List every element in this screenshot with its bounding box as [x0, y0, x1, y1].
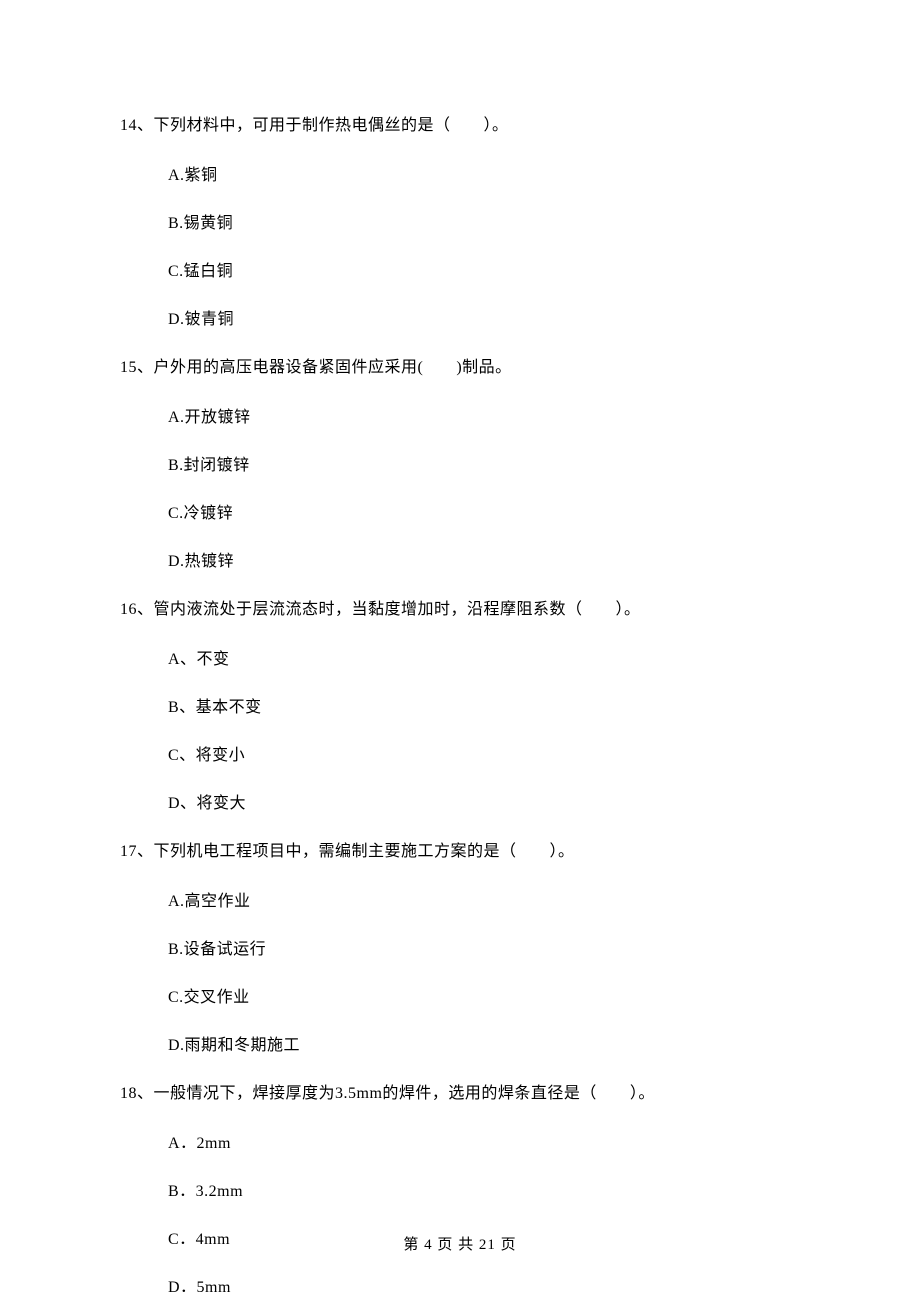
option-b: B.设备试运行	[168, 934, 800, 966]
question-number: 15、	[120, 359, 154, 376]
question-stem: 下列机电工程项目中，需编制主要施工方案的是（ ）。	[154, 843, 575, 860]
option-d: D.热镀锌	[168, 546, 800, 578]
question-options: A.开放镀锌 B.封闭镀锌 C.冷镀锌 D.热镀锌	[120, 402, 800, 578]
page-footer: 第 4 页 共 21 页	[0, 1233, 920, 1254]
question-stem: 管内液流处于层流流态时，当黏度增加时，沿程摩阻系数（ ）。	[154, 601, 641, 618]
question-text: 18、一般情况下，焊接厚度为3.5mm的焊件，选用的焊条直径是（ ）。	[120, 1078, 800, 1110]
option-d: D.雨期和冬期施工	[168, 1030, 800, 1062]
option-c: C、将变小	[168, 740, 800, 772]
option-b: B、基本不变	[168, 692, 800, 724]
question-options: A.高空作业 B.设备试运行 C.交叉作业 D.雨期和冬期施工	[120, 886, 800, 1062]
option-a: A．2mm	[168, 1128, 800, 1160]
option-b: B．3.2mm	[168, 1176, 800, 1208]
option-d: D．5mm	[168, 1272, 800, 1304]
option-b: B.封闭镀锌	[168, 450, 800, 482]
question-text: 16、管内液流处于层流流态时，当黏度增加时，沿程摩阻系数（ ）。	[120, 594, 800, 626]
question-number: 17、	[120, 843, 154, 860]
question-options: A．2mm B．3.2mm C．4mm D．5mm	[120, 1128, 800, 1304]
question-options: A.紫铜 B.锡黄铜 C.锰白铜 D.铍青铜	[120, 160, 800, 336]
question-text: 14、下列材料中，可用于制作热电偶丝的是（ ）。	[120, 110, 800, 142]
question-stem: 户外用的高压电器设备紧固件应采用( )制品。	[154, 359, 512, 376]
option-c: C.锰白铜	[168, 256, 800, 288]
question-text: 15、户外用的高压电器设备紧固件应采用( )制品。	[120, 352, 800, 384]
question-16: 16、管内液流处于层流流态时，当黏度增加时，沿程摩阻系数（ ）。 A、不变 B、…	[120, 594, 800, 820]
option-a: A.紫铜	[168, 160, 800, 192]
question-17: 17、下列机电工程项目中，需编制主要施工方案的是（ ）。 A.高空作业 B.设备…	[120, 836, 800, 1062]
option-c: C.交叉作业	[168, 982, 800, 1014]
question-number: 14、	[120, 117, 154, 134]
question-14: 14、下列材料中，可用于制作热电偶丝的是（ ）。 A.紫铜 B.锡黄铜 C.锰白…	[120, 110, 800, 336]
question-number: 16、	[120, 601, 154, 618]
option-d: D、将变大	[168, 788, 800, 820]
option-a: A.开放镀锌	[168, 402, 800, 434]
question-18: 18、一般情况下，焊接厚度为3.5mm的焊件，选用的焊条直径是（ ）。 A．2m…	[120, 1078, 800, 1304]
option-d: D.铍青铜	[168, 304, 800, 336]
option-b: B.锡黄铜	[168, 208, 800, 240]
question-15: 15、户外用的高压电器设备紧固件应采用( )制品。 A.开放镀锌 B.封闭镀锌 …	[120, 352, 800, 578]
question-stem: 下列材料中，可用于制作热电偶丝的是（ ）。	[154, 117, 509, 134]
question-stem: 一般情况下，焊接厚度为3.5mm的焊件，选用的焊条直径是（ ）。	[154, 1085, 655, 1102]
question-number: 18、	[120, 1085, 154, 1102]
option-a: A、不变	[168, 644, 800, 676]
question-options: A、不变 B、基本不变 C、将变小 D、将变大	[120, 644, 800, 820]
option-a: A.高空作业	[168, 886, 800, 918]
document-content: 14、下列材料中，可用于制作热电偶丝的是（ ）。 A.紫铜 B.锡黄铜 C.锰白…	[0, 0, 920, 1304]
option-c: C.冷镀锌	[168, 498, 800, 530]
question-text: 17、下列机电工程项目中，需编制主要施工方案的是（ ）。	[120, 836, 800, 868]
